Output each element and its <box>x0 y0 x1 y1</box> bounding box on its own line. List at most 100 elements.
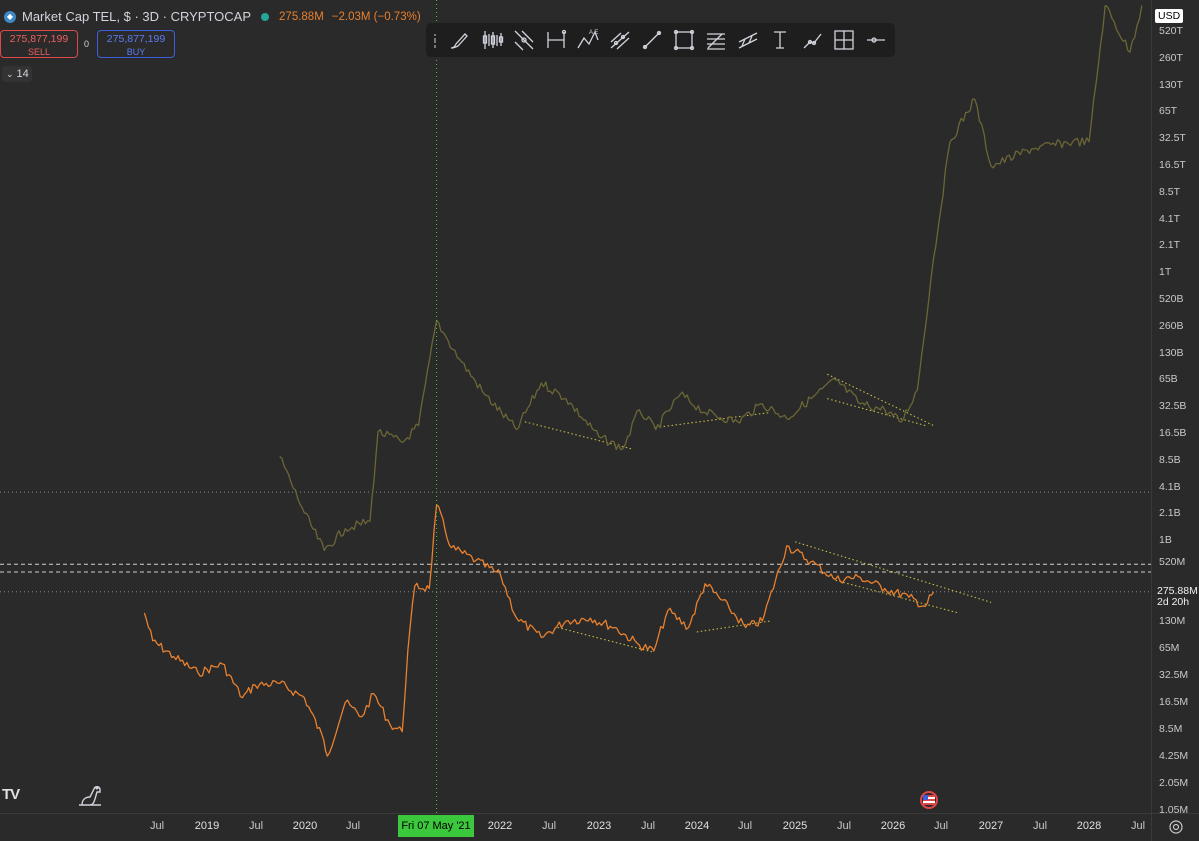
cross-lines-icon <box>514 30 534 51</box>
date-range-tool-button[interactable] <box>540 25 572 55</box>
indicator-count: 14 <box>16 68 29 80</box>
price-axis-label: 2.1B <box>1159 507 1181 520</box>
chart-pane[interactable]: ◆ Market Cap TEL, $ · 3D · CRYPTOCAP 275… <box>0 0 1151 813</box>
trend-line-icon <box>642 30 662 50</box>
price-axis-label: 65B <box>1159 373 1178 386</box>
time-axis-label: 2028 <box>1076 820 1102 832</box>
market-status-dot <box>261 12 270 21</box>
price-axis-label: 260B <box>1159 319 1184 332</box>
brush-tool-button[interactable] <box>444 25 476 55</box>
trend-line-drawing[interactable] <box>827 373 934 426</box>
market-cap-series-line[interactable] <box>143 504 935 757</box>
horizontal-ray-tool-button[interactable] <box>860 25 892 55</box>
rectangle-icon <box>673 29 695 51</box>
legend-value: 275.88M <box>279 10 324 23</box>
price-axis-label: 1T <box>1159 266 1172 279</box>
price-axis-label: 8.5B <box>1159 453 1181 466</box>
time-axis-label: 2025 <box>782 820 808 832</box>
legend-title[interactable]: Market Cap TEL, $ · 3D · CRYPTOCAP <box>22 9 251 24</box>
parallel-channel-icon <box>738 32 758 49</box>
svg-text:A E: A E <box>589 30 598 36</box>
parallel-channel-tool-button[interactable] <box>732 25 764 55</box>
price-axis-label: 32.5T <box>1159 132 1186 145</box>
crosshair-frame-icon <box>834 30 854 50</box>
price-axis-label: 2.05M <box>1159 777 1189 789</box>
price-axis-label: 4.1B <box>1159 480 1181 493</box>
chevron-down-icon: ⌄ <box>6 68 14 79</box>
price-axis-label: 8.5T <box>1159 185 1181 198</box>
bar-countdown: 2d 20h <box>1157 596 1190 608</box>
price-axis-label: 260T <box>1159 51 1183 64</box>
settings-corner <box>1151 813 1199 841</box>
chart-legend: ◆ Market Cap TEL, $ · 3D · CRYPTOCAP 275… <box>4 9 421 24</box>
crosshair-frame-tool-button[interactable] <box>828 25 860 55</box>
time-axis-label: Jul <box>640 820 656 832</box>
candles-icon <box>482 31 504 49</box>
pitchfork-icon <box>610 31 630 50</box>
cross-lines-tool-button[interactable] <box>508 25 540 55</box>
time-axis-label: Jul <box>541 820 557 832</box>
time-axis-label: 2027 <box>978 820 1004 832</box>
price-axis-label: 4.1T <box>1159 212 1181 225</box>
price-axis-label: 16.5B <box>1159 427 1187 439</box>
buy-label: BUY <box>126 47 146 57</box>
time-axis-label: Jul <box>737 820 753 832</box>
us-flag-event-icon[interactable] <box>920 791 938 809</box>
time-axis-label: 2023 <box>586 820 612 832</box>
trend-line-drawing[interactable] <box>557 626 654 653</box>
horizontal-ray-icon <box>867 37 885 43</box>
price-scale[interactable]: USD 520T 260T 130T 65T 32.5T 16.5T 8.5T 4.1T 2.1… <box>1151 0 1199 816</box>
time-axis-label: 2019 <box>194 820 220 832</box>
last-price-tag: 275.88M 2d 20h <box>1155 585 1199 609</box>
drawing-toolbar: A E <box>426 23 895 57</box>
price-axis-label: 130M <box>1159 615 1186 627</box>
time-axis-label: 2020 <box>292 820 318 832</box>
trend-line-tool-button[interactable] <box>636 25 668 55</box>
time-axis-label: Jul <box>345 820 361 832</box>
price-axis-label: 8.5M <box>1159 723 1183 735</box>
pitchfork-tool-button[interactable] <box>604 25 636 55</box>
price-axis-label: 4.25M <box>1159 750 1189 762</box>
price-axis-label: 2.1T <box>1159 239 1181 252</box>
price-axis-label: 32.5B <box>1159 400 1187 413</box>
dino-icon[interactable] <box>76 780 104 808</box>
text-tool-button[interactable] <box>764 25 796 55</box>
price-axis-label: 520M <box>1159 556 1186 568</box>
indicators-collapse-button[interactable]: ⌄ 14 <box>2 66 32 82</box>
overlay-series-line[interactable] <box>279 4 1143 552</box>
time-axis-label: 2024 <box>684 820 710 832</box>
sell-button[interactable]: 275,877,199 SELL <box>0 30 78 58</box>
currency-label[interactable]: USD <box>1155 9 1184 23</box>
ray-tool-button[interactable] <box>796 25 828 55</box>
price-axis-label: 32.5M <box>1159 669 1189 681</box>
price-axis-label: 1B <box>1159 534 1172 547</box>
chart-plot[interactable] <box>0 0 1151 813</box>
gear-icon[interactable] <box>1168 819 1184 835</box>
trend-line-drawing[interactable] <box>835 579 959 614</box>
sell-label: SELL <box>27 47 51 57</box>
buy-button[interactable]: 275,877,199 BUY <box>97 30 175 58</box>
price-axis-label: 16.5M <box>1159 696 1189 708</box>
time-axis-label: Jul <box>149 820 165 832</box>
spread-value: 0 <box>84 39 90 49</box>
time-axis-label: Jul <box>1032 820 1048 832</box>
tradingview-logo[interactable]: TV <box>2 786 20 803</box>
time-axis-label: Jul <box>1130 820 1146 832</box>
price-axis-label: 65M <box>1159 642 1180 654</box>
time-axis-label: Jul <box>836 820 852 832</box>
rectangle-tool-button[interactable] <box>668 25 700 55</box>
time-scale[interactable]: Jul 2019 Jul 2020 Jul 2022 Jul 2023 Jul 2024 Jul 20… <box>0 813 1151 841</box>
price-axis-label: 130T <box>1159 78 1183 91</box>
time-axis-label: Jul <box>933 820 949 832</box>
drag-handle-icon[interactable] <box>430 30 444 50</box>
time-axis-label: Jul <box>248 820 264 832</box>
abcd-pattern-tool-button[interactable]: A E <box>572 25 604 55</box>
trend-line-drawing[interactable] <box>827 398 926 427</box>
legend-change: −2.03M (−0.73%) <box>331 10 421 23</box>
fib-retracement-tool-button[interactable] <box>700 25 732 55</box>
time-axis-label: 2022 <box>487 820 513 832</box>
candles-tool-button[interactable] <box>476 25 508 55</box>
price-axis-label: 130B <box>1159 346 1184 359</box>
crosshair-date-label: Fri 07 May '21 <box>398 815 474 837</box>
telcoin-icon: ◆ <box>4 10 16 23</box>
